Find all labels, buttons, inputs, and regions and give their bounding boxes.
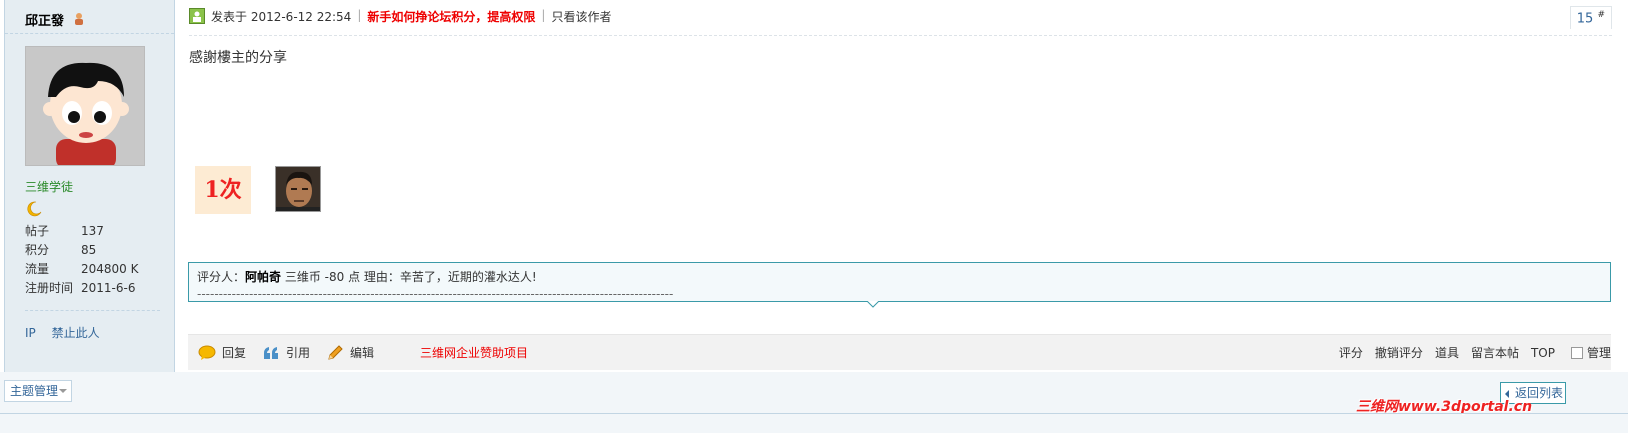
stat-label: 积分: [25, 243, 50, 257]
stat-row-points: 积分 85: [25, 241, 155, 260]
chevron-down-icon: [59, 389, 67, 393]
manage-label[interactable]: 管理: [1587, 344, 1611, 361]
undo-rate-button[interactable]: 撤销评分: [1375, 344, 1423, 361]
sidebar-divider: [25, 310, 160, 311]
post-main: 发表于 2012-6-12 22:54 | 新手如何挣论坛积分，提高权限 | 只…: [175, 0, 1624, 383]
post-action-bar: 回复 引用 编辑 三维网企业赞助项目 评分 撤销评分 道具 留言本帖 TOP 管…: [188, 334, 1611, 370]
post-meta: 发表于 2012-6-12 22:54 | 新手如何挣论坛积分，提高权限 | 只…: [189, 6, 1612, 36]
floor-number[interactable]: 15 #: [1569, 6, 1612, 30]
moon-rank-icon: [27, 201, 42, 217]
stat-label: 帖子: [25, 224, 50, 238]
post-admin-actions: 评分 撤销评分 道具 留言本帖 TOP 管理: [1327, 344, 1611, 361]
rating-detail: 三维币 -80 点 理由：辛苦了，近期的灌水达人!: [281, 270, 537, 284]
quote-button[interactable]: 引用: [262, 344, 310, 361]
stat-value[interactable]: 137: [81, 222, 104, 241]
post-content: 感謝樓主的分享: [189, 50, 287, 66]
stat-value: 204800 K: [81, 262, 139, 276]
quote-label: 引用: [286, 346, 311, 360]
ban-user-link[interactable]: 禁止此人: [52, 326, 100, 340]
rating-pointer-icon: [867, 301, 879, 308]
edit-pencil-icon: [328, 344, 343, 360]
message-button[interactable]: 留言本帖: [1471, 344, 1519, 361]
meta-divider: |: [357, 8, 362, 22]
rating-prefix: 评分人：: [197, 270, 246, 284]
sponsor-link[interactable]: 三维网企业赞助项目: [420, 344, 528, 361]
stat-value: 85: [81, 243, 97, 257]
floor-number-value: 15: [1576, 11, 1594, 27]
top-link[interactable]: TOP: [1531, 346, 1555, 360]
user-stats: 帖子 137 积分 85 流量 204800 K 注册时间 2011-6-6: [25, 222, 155, 298]
reply-icon: [198, 345, 216, 360]
medal-once: 1次: [195, 166, 251, 214]
portrait-image: [276, 167, 320, 211]
floor-mark: #: [1597, 10, 1605, 20]
avatar[interactable]: [25, 46, 145, 166]
reply-label: 回复: [222, 346, 247, 360]
footer-divider: [0, 413, 1628, 414]
stat-row-posts: 帖子 137: [25, 222, 155, 241]
rate-button[interactable]: 评分: [1339, 344, 1363, 361]
author-namebar: 邱正發: [5, 0, 174, 34]
edit-button[interactable]: 编辑: [326, 344, 374, 361]
medal-portrait: [275, 166, 321, 212]
stat-row-traffic: 流量 204800 K: [25, 260, 155, 279]
quote-icon: [264, 346, 279, 359]
post-container: 邱正發 三维学徒 帖子 137 积分 85 流量 204800 K 注册时间 2…: [4, 0, 1624, 384]
avatar-image: [26, 47, 144, 165]
author-name[interactable]: 邱正發: [25, 14, 64, 29]
user-group[interactable]: 三维学徒: [25, 178, 73, 195]
rating-dashes: ----------------------------------------…: [197, 287, 674, 301]
thread-footer: 主题管理 返回列表 三维网www.3dportal.cn: [0, 372, 1628, 433]
author-online-icon: [189, 8, 205, 24]
online-status-icon: [74, 13, 83, 25]
author-sidebar: 邱正發 三维学徒 帖子 137 积分 85 流量 204800 K 注册时间 2…: [5, 0, 175, 383]
rating-log: 评分人：阿帕奇 三维币 -80 点 理由：辛苦了，近期的灌水达人! ------…: [188, 262, 1611, 302]
post-date: 发表于 2012-6-12 22:54: [211, 10, 352, 24]
edit-label: 编辑: [350, 346, 375, 360]
reply-button[interactable]: 回复: [198, 344, 246, 361]
rater-name[interactable]: 阿帕奇: [245, 270, 281, 284]
meta-divider: |: [541, 8, 546, 22]
promo-link[interactable]: 新手如何挣论坛积分，提高权限: [367, 8, 535, 25]
user-ops: IP 禁止此人: [25, 324, 112, 341]
topic-manage-button[interactable]: 主题管理: [4, 380, 72, 402]
ip-link[interactable]: IP: [25, 326, 36, 340]
props-button[interactable]: 道具: [1435, 344, 1459, 361]
manage-checkbox[interactable]: [1570, 346, 1583, 359]
stat-label: 流量: [25, 262, 50, 276]
stat-row-registered: 注册时间 2011-6-6: [25, 279, 155, 298]
rating-line: 评分人：阿帕奇 三维币 -80 点 理由：辛苦了，近期的灌水达人!: [197, 268, 1602, 285]
topic-manage-label: 主题管理: [10, 384, 59, 398]
only-author-link[interactable]: 只看该作者: [551, 8, 611, 25]
stat-value: 2011-6-6: [81, 281, 136, 295]
stat-label: 注册时间: [25, 281, 74, 295]
